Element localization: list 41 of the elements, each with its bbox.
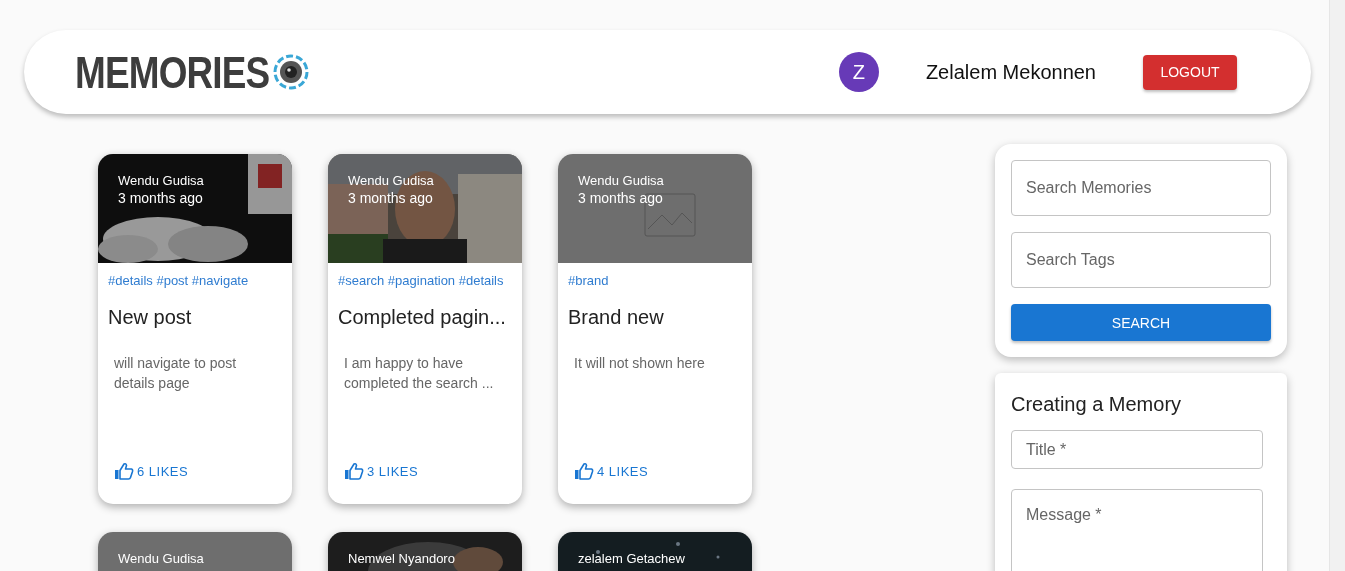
title-field[interactable]: Title * <box>1011 430 1263 470</box>
search-memories-field[interactable]: Search Memories <box>1011 160 1271 216</box>
post-time: 3 months ago <box>118 189 204 207</box>
thumbs-up-icon <box>344 462 364 480</box>
author-name: Wendu Gudisa <box>118 173 204 189</box>
post-time: 3 months ago <box>348 189 434 207</box>
author-name: zelalem Getachew <box>578 551 685 567</box>
post-time: 3 months ago <box>578 189 664 207</box>
user-avatar[interactable]: Z <box>838 52 879 92</box>
author-name: Wendu Gudisa <box>578 173 664 189</box>
thumbs-up-icon <box>114 462 134 480</box>
post-title: New post <box>108 305 193 329</box>
form-heading: Creating a Memory <box>1011 393 1183 416</box>
user-name: Zelalem Mekonnen <box>925 60 1096 84</box>
message-field[interactable]: Message * <box>1011 489 1263 571</box>
post-tags: #search #pagination #details <box>338 273 512 289</box>
post-card[interactable]: Wendu Gudisa 3 months ago #search #pagination #details Completed pagin... I am happy to have completed the search ... 3 LIKES <box>328 154 522 504</box>
post-card[interactable]: Nemwel Nyandoro <box>328 532 522 571</box>
post-title: Completed pagin... <box>338 305 507 329</box>
post-card[interactable]: zelalem Getachew <box>558 532 752 571</box>
app-logo[interactable]: MEMORIES <box>75 49 270 95</box>
search-tags-field[interactable]: Search Tags <box>1011 232 1271 288</box>
like-button[interactable]: 6 LIKES <box>114 462 189 480</box>
author-name: Nemwel Nyandoro <box>348 551 455 567</box>
post-message: I am happy to have completed the search ... <box>344 354 495 393</box>
author-name: Wendu Gudisa <box>348 173 434 189</box>
search-button[interactable]: SEARCH <box>1011 304 1271 341</box>
camera-lens-icon <box>272 53 311 91</box>
post-tags: #details #post #navigate <box>108 273 282 289</box>
author-name: Wendu Gudisa <box>118 551 204 567</box>
post-card[interactable]: Wendu Gudisa 3 months ago #details #post #navigate New post will navigate to post details page 6 LIKES <box>98 154 292 504</box>
post-message: will navigate to post details page <box>114 354 238 393</box>
post-message: It will not shown here <box>574 354 706 373</box>
post-card[interactable]: Wendu Gudisa <box>98 532 292 571</box>
thumbs-up-icon <box>574 462 594 480</box>
like-button[interactable]: 3 LIKES <box>344 462 419 480</box>
like-button[interactable]: 4 LIKES <box>574 462 649 480</box>
post-title: Brand new <box>568 305 665 329</box>
post-tags: #brand <box>568 273 742 289</box>
logout-button[interactable]: LOGOUT <box>1143 54 1237 90</box>
post-card[interactable]: Wendu Gudisa 3 months ago #brand Brand new It will not shown here 4 LIKES <box>558 154 752 504</box>
